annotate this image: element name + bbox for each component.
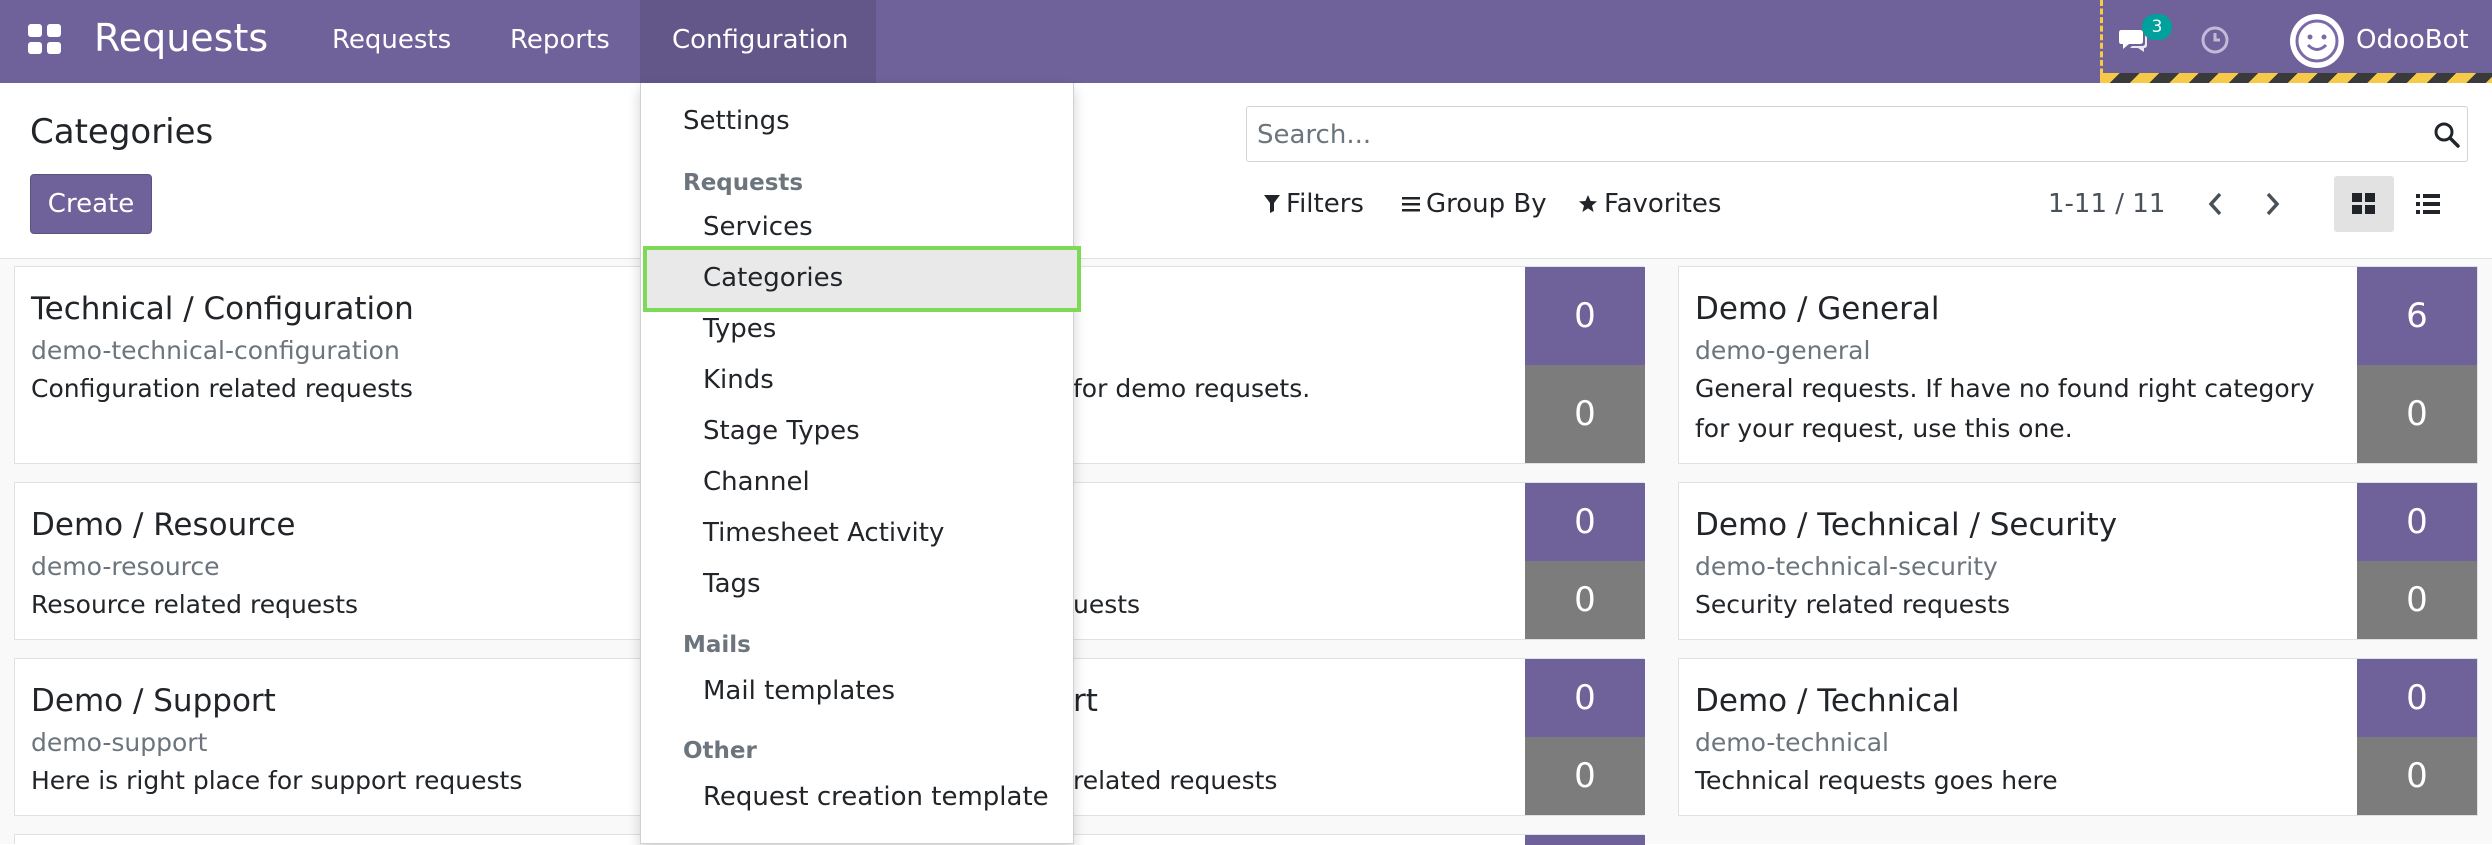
pager-previous-icon[interactable] — [2202, 188, 2230, 220]
menu-item-tags[interactable]: Tags — [703, 566, 761, 602]
favorites-button[interactable]: Favorites — [1578, 186, 1721, 222]
filters-label: Filters — [1286, 189, 1364, 219]
menu-item-services[interactable]: Services — [703, 209, 813, 245]
menu-item-mail-templates[interactable]: Mail templates — [703, 673, 895, 709]
filters-button[interactable]: Filters — [1264, 186, 1364, 222]
user-name[interactable]: OdooBot — [2356, 20, 2469, 60]
menu-section-mails: Mails — [683, 632, 751, 658]
closed-requests-count[interactable]: 0 — [2357, 365, 2477, 463]
closed-requests-count[interactable]: 0 — [1525, 365, 1645, 463]
menu-item-types[interactable]: Types — [703, 311, 776, 347]
card-description: for demo requsets. — [1073, 374, 1311, 403]
card-description: Here is right place for support requests — [31, 766, 523, 795]
search-box — [1246, 106, 2468, 162]
card-description: related requests — [1073, 766, 1278, 795]
closed-requests-count[interactable]: 0 — [2357, 737, 2477, 815]
create-button[interactable]: Create — [30, 174, 152, 234]
closed-requests-count[interactable]: 0 — [2357, 561, 2477, 639]
card-description: Configuration related requests — [31, 374, 413, 403]
menu-configuration[interactable]: Configuration — [640, 0, 876, 83]
pager-value[interactable]: 1-11 / 11 — [2048, 186, 2165, 222]
card-description: Security related requests — [1695, 590, 2011, 619]
list-view-button[interactable] — [2398, 176, 2458, 232]
card-code: demo-technical-security — [1695, 552, 1998, 581]
card-code: demo-technical-configuration — [31, 336, 400, 365]
configuration-dropdown: Settings Requests Services Categories Ty… — [640, 83, 1081, 844]
card-title: rt — [1073, 683, 1098, 719]
menu-item-timesheet-activity[interactable]: Timesheet Activity — [703, 515, 944, 551]
closed-requests-count[interactable]: 0 — [1525, 737, 1645, 815]
filter-icon — [1264, 195, 1280, 213]
group-by-icon — [1402, 197, 1420, 212]
user-avatar[interactable] — [2290, 14, 2344, 68]
open-requests-count[interactable]: 0 — [2357, 483, 2477, 561]
card-title: Demo / General — [1695, 291, 1940, 327]
debug-stripe — [2100, 73, 2492, 83]
category-card[interactable]: Demo / Technical / Security demo-technic… — [1678, 482, 2478, 640]
menu-item-settings[interactable]: Settings — [683, 103, 790, 139]
pager-next-icon[interactable] — [2258, 188, 2286, 220]
menu-item-kinds[interactable]: Kinds — [703, 362, 774, 398]
open-requests-count[interactable]: 0 — [1525, 659, 1645, 737]
card-code: demo-support — [31, 728, 208, 757]
menu-requests[interactable]: Requests — [300, 0, 483, 83]
card-description: Technical requests goes here — [1695, 766, 2058, 795]
card-title: Demo / Technical / Security — [1695, 507, 2118, 543]
clock-icon[interactable] — [2200, 25, 2230, 55]
menu-reports[interactable]: Reports — [478, 0, 642, 83]
open-requests-count[interactable]: 0 — [2357, 659, 2477, 737]
menu-item-categories[interactable]: Categories — [703, 260, 843, 296]
search-icon[interactable] — [2433, 121, 2461, 149]
page-title: Categories — [30, 112, 214, 152]
menu-item-stage-types[interactable]: Stage Types — [703, 413, 860, 449]
card-title: Demo / Support — [31, 683, 276, 719]
card-title: Demo / Technical — [1695, 683, 1960, 719]
card-title: Technical / Configuration — [31, 291, 414, 327]
kanban-view-icon — [2352, 193, 2375, 214]
open-requests-count[interactable]: 0 — [1525, 267, 1645, 365]
list-view-icon — [2416, 194, 2440, 214]
card-code: demo-general — [1695, 336, 1871, 365]
card-description: Resource related requests — [31, 590, 359, 619]
search-input[interactable] — [1257, 117, 2397, 153]
kanban-view-button[interactable] — [2334, 176, 2394, 232]
menu-item-request-creation-template[interactable]: Request creation template — [703, 779, 1049, 815]
star-icon — [1579, 195, 1597, 212]
app-title[interactable]: Requests — [94, 12, 268, 64]
card-description: General requests. If have no found right… — [1695, 374, 2315, 443]
menu-section-other: Other — [683, 738, 757, 764]
group-by-button[interactable]: Group By — [1402, 186, 1547, 222]
favorites-label: Favorites — [1604, 189, 1722, 219]
menu-section-requests: Requests — [683, 170, 804, 196]
menu-item-channel[interactable]: Channel — [703, 464, 810, 500]
card-description: uests — [1073, 590, 1141, 619]
open-requests-count[interactable]: 6 — [2357, 267, 2477, 365]
card-code: demo-technical — [1695, 728, 1889, 757]
card-title: Demo / Resource — [31, 507, 296, 543]
closed-requests-count[interactable]: 0 — [1525, 561, 1645, 639]
category-card[interactable]: Demo / Technical demo-technical Technica… — [1678, 658, 2478, 816]
chat-count-badge: 3 — [2142, 14, 2172, 40]
open-requests-count[interactable]: 0 — [1525, 483, 1645, 561]
card-code: demo-resource — [31, 552, 220, 581]
group-by-label: Group By — [1426, 189, 1547, 219]
category-card[interactable]: Demo / General demo-general General requ… — [1678, 266, 2478, 464]
apps-menu-icon[interactable] — [28, 24, 62, 54]
